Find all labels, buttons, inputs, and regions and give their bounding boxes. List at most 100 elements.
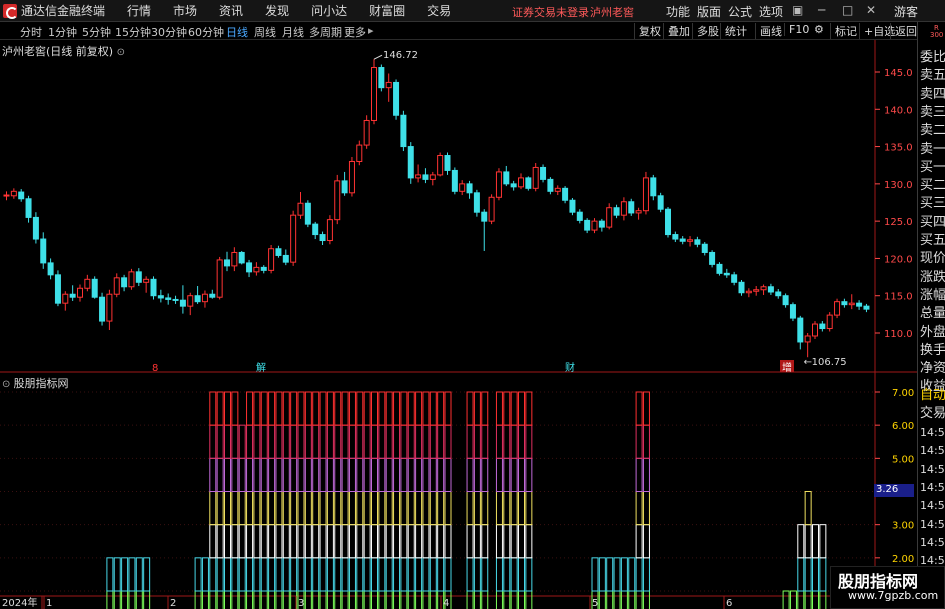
indicator-bar-seg bbox=[510, 524, 518, 559]
tool-fanhui[interactable]: 返回 bbox=[890, 23, 917, 39]
tool-f10[interactable]: F10 bbox=[784, 23, 809, 36]
indicator-bar-seg bbox=[429, 424, 437, 459]
indicator-bar-seg bbox=[341, 424, 349, 459]
indicator-bar-seg bbox=[238, 590, 246, 609]
candle-body bbox=[789, 304, 796, 319]
date-label: 6 bbox=[726, 598, 732, 609]
menu-gongneng[interactable]: 功能 bbox=[666, 3, 690, 20]
indicator-bar-seg bbox=[378, 391, 386, 426]
candle-body bbox=[99, 296, 106, 322]
indicator-bar-seg bbox=[224, 524, 231, 559]
period-60min[interactable]: 60分钟 bbox=[188, 24, 224, 40]
candle-body bbox=[591, 220, 598, 231]
close-icon[interactable]: ✕ bbox=[866, 3, 876, 17]
indicator-bar-seg bbox=[348, 524, 356, 559]
candle-body bbox=[378, 67, 385, 89]
period-fenshi[interactable]: 分时 bbox=[20, 24, 42, 40]
panel-item-8: 买三 bbox=[920, 196, 945, 212]
chart-area[interactable]: 145.0 140.0 135.0 130.0 125.0 120.0 115.0 110.0… bbox=[0, 40, 917, 609]
candle-body bbox=[679, 238, 686, 242]
candle-body bbox=[282, 254, 289, 263]
period-5min[interactable]: 5分钟 bbox=[82, 24, 111, 40]
tool-fuquan[interactable]: 复权 bbox=[634, 23, 661, 39]
indicator-bar-seg bbox=[319, 391, 327, 426]
menu-banmian[interactable]: 版面 bbox=[697, 3, 721, 20]
indicator-bar-seg bbox=[216, 524, 224, 559]
login-status[interactable]: 证券交易未登录 bbox=[512, 4, 589, 20]
indicator-bar-seg bbox=[363, 524, 371, 559]
indicator-bar-seg bbox=[437, 391, 445, 426]
indicator-bar-seg bbox=[415, 590, 423, 609]
candle-body bbox=[812, 323, 818, 337]
candle-body bbox=[348, 160, 355, 194]
indicator-bar-seg bbox=[290, 524, 298, 559]
indicator-bar-seg bbox=[385, 590, 393, 609]
tool-huaxian[interactable]: 画线 bbox=[755, 23, 782, 39]
more-arrow-icon[interactable]: ▸ bbox=[368, 24, 374, 37]
indicator-bar-seg bbox=[341, 557, 349, 592]
maximize-icon[interactable]: □ bbox=[842, 3, 853, 17]
indicator-bar-seg bbox=[642, 457, 650, 493]
indicator-toggle-icon[interactable]: ⊙ bbox=[2, 379, 14, 390]
indicator-bar-seg bbox=[304, 524, 312, 559]
legend-expand-icon[interactable]: ⊙ bbox=[117, 47, 125, 58]
period-monthly[interactable]: 月线 bbox=[282, 24, 304, 40]
stock-name-title: 泸州老窖 bbox=[590, 6, 634, 19]
indicator-bar-seg bbox=[224, 424, 231, 459]
panel-time-6: 14:56 bbox=[920, 535, 945, 549]
period-30min[interactable]: 30分钟 bbox=[151, 24, 187, 40]
indicator-bar-seg bbox=[113, 590, 121, 609]
minimize-icon[interactable]: ─ bbox=[818, 3, 825, 17]
period-daily[interactable]: 日线 bbox=[226, 24, 248, 40]
period-15min[interactable]: 15分钟 bbox=[115, 24, 151, 40]
period-1min[interactable]: 1分钟 bbox=[48, 24, 77, 40]
menu-item-faxian[interactable]: 发现 bbox=[265, 2, 289, 19]
period-multi[interactable]: 多周期 bbox=[309, 24, 342, 40]
indicator-bar-seg bbox=[201, 557, 209, 592]
indicator-bar-seg bbox=[466, 491, 474, 526]
candle-body bbox=[642, 177, 649, 212]
candle-body bbox=[687, 239, 694, 242]
high-price-label: 146.72 bbox=[383, 50, 418, 61]
date-label: 2 bbox=[170, 598, 176, 609]
candle-body bbox=[209, 293, 216, 298]
indicator-bar-seg bbox=[473, 590, 481, 609]
indicator-bar-seg bbox=[297, 557, 305, 592]
period-more[interactable]: 更多 bbox=[344, 24, 366, 40]
menu-item-shichang[interactable]: 市场 bbox=[173, 2, 197, 19]
menu-item-zixun[interactable]: 资讯 bbox=[219, 2, 243, 19]
panel-time-5: 14:56 bbox=[920, 517, 945, 531]
indicator-bar-seg bbox=[518, 424, 525, 459]
indicator-bar-seg bbox=[275, 491, 283, 526]
indicator-bar-seg bbox=[319, 590, 327, 609]
tool-diejia[interactable]: 叠加 bbox=[663, 23, 690, 39]
tool-tongji[interactable]: 统计 bbox=[720, 23, 747, 39]
candle-body bbox=[312, 223, 319, 236]
indicator-bar-seg bbox=[253, 457, 261, 493]
user-label[interactable]: 游客 bbox=[894, 3, 918, 20]
indicator-bar-seg bbox=[348, 391, 356, 426]
settings-icon[interactable]: ⚙ bbox=[810, 23, 824, 36]
menu-item-jiaoyi[interactable]: 交易 bbox=[427, 2, 451, 19]
indicator-bar-seg bbox=[260, 491, 268, 526]
tool-duogu[interactable]: 多股 bbox=[692, 23, 719, 39]
indicator-bar-seg bbox=[415, 424, 423, 459]
indicator-bar-seg bbox=[400, 457, 408, 493]
panel-time-4: 14:56 bbox=[920, 499, 945, 513]
indicator-bar-seg bbox=[290, 457, 298, 493]
shirt-skin-icon[interactable]: ▣ bbox=[792, 3, 803, 17]
indicator-bar-seg bbox=[231, 424, 239, 459]
candle-body bbox=[290, 214, 297, 263]
candle-body bbox=[10, 190, 17, 197]
panel-item-19[interactable]: 自动 bbox=[920, 384, 945, 403]
menu-item-caifuquan[interactable]: 财富圈 bbox=[369, 2, 405, 19]
kline-chart-svg[interactable]: 145.0 140.0 135.0 130.0 125.0 120.0 115.0 110.0… bbox=[0, 40, 917, 609]
tool-biaoji[interactable]: 标记 bbox=[830, 23, 857, 39]
period-weekly[interactable]: 周线 bbox=[254, 24, 276, 40]
menu-item-hangqing[interactable]: 行情 bbox=[127, 2, 151, 19]
menu-xuanxiang[interactable]: 选项 bbox=[759, 3, 783, 20]
menu-gongshi[interactable]: 公式 bbox=[728, 3, 752, 20]
panel-item-20[interactable]: 交易 bbox=[920, 402, 945, 421]
menu-item-wenxiaoda[interactable]: 问小达 bbox=[311, 2, 347, 19]
candle-body bbox=[238, 251, 245, 264]
